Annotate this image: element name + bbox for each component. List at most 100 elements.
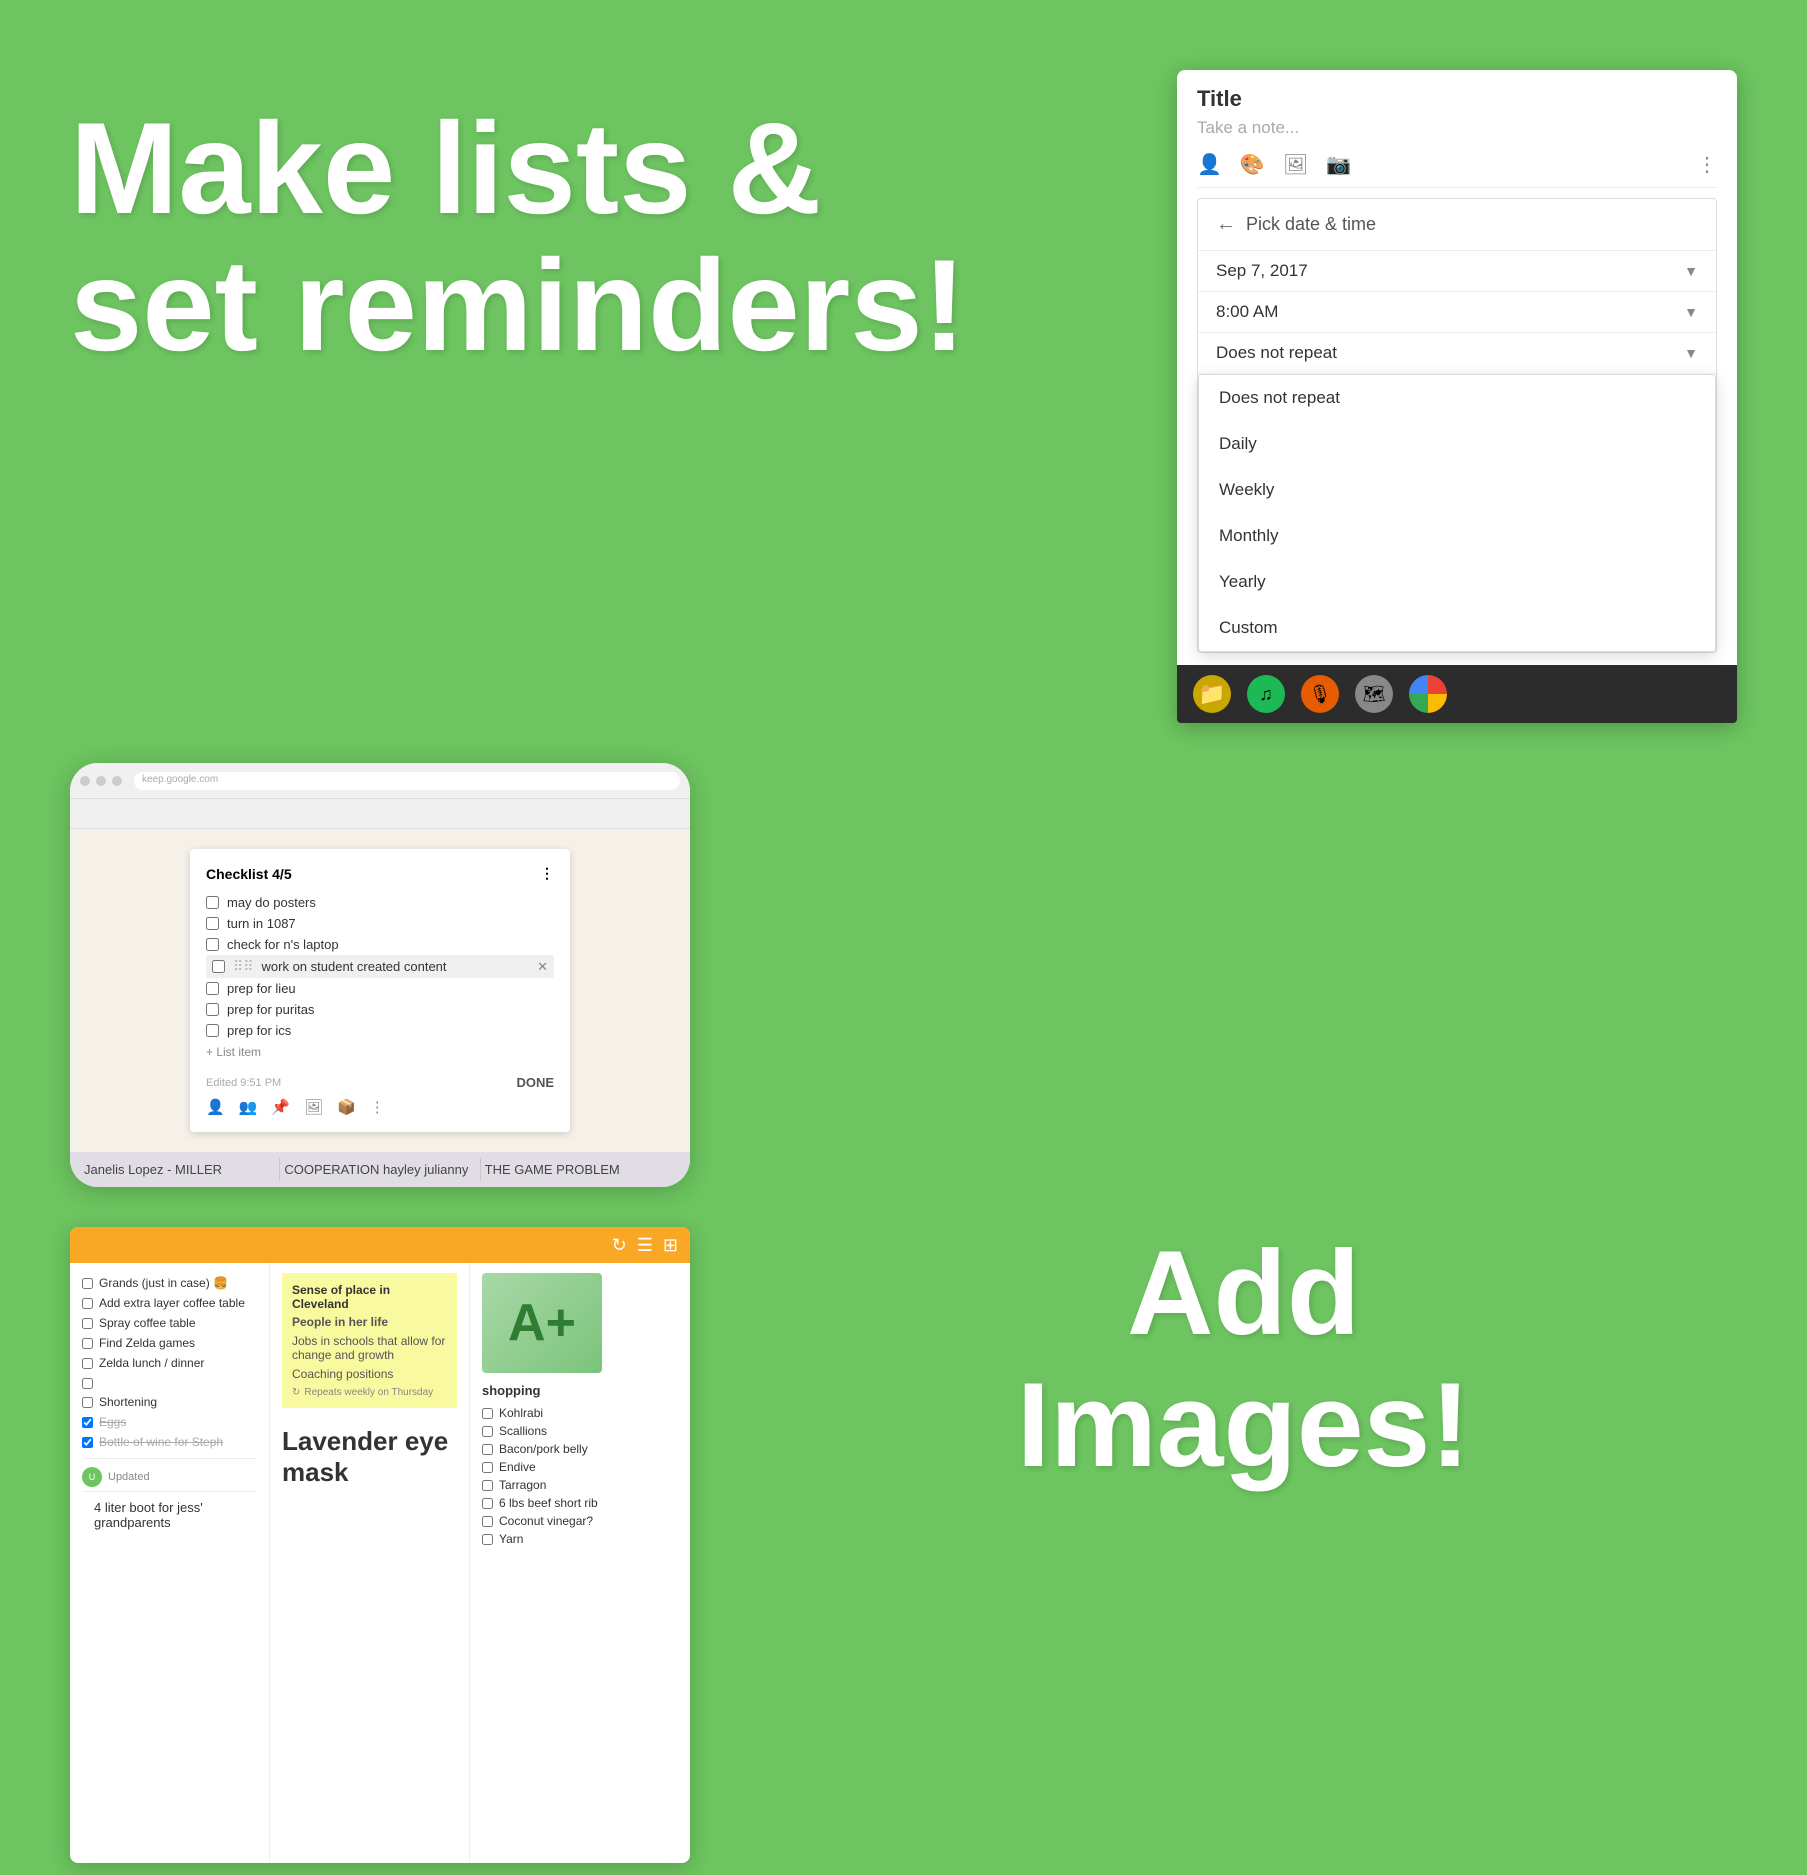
repeat-option-custom[interactable]: Custom	[1199, 605, 1715, 651]
shopping-item-label-kohlrabi: Kohlrabi	[499, 1406, 543, 1420]
repeat-badge-text: Repeats weekly on Thursday	[304, 1387, 433, 1398]
notes-checkbox-blank[interactable]	[82, 1378, 93, 1389]
checklist-more-icon[interactable]: ⋮	[540, 865, 554, 882]
date-row[interactable]: Sep 7, 2017 ▼	[1198, 251, 1716, 292]
time-dropdown-arrow-icon[interactable]: ▼	[1684, 304, 1698, 320]
bottom-note-text: 4 liter boot for jess' grandparents	[94, 1500, 203, 1530]
shopping-checkbox-beef[interactable]	[482, 1498, 493, 1509]
repeat-dropdown-arrow-icon[interactable]: ▼	[1684, 345, 1698, 361]
notes-checkbox-eggs[interactable]	[82, 1417, 93, 1428]
image-icon[interactable]: 🖼	[1283, 152, 1308, 177]
shopping-item-coconut: Coconut vinegar?	[482, 1512, 678, 1530]
shopping-checkbox-coconut[interactable]	[482, 1516, 493, 1527]
keep-card-inner: Title Take a note... 👤 🎨 🖼 📷 ⋮ ← Pick da…	[1177, 70, 1737, 665]
palette-icon[interactable]: 🎨	[1240, 152, 1265, 177]
browser-dot-1	[80, 776, 90, 786]
headline-line1: Make lists &	[70, 95, 821, 241]
taskbar-podcast-icon[interactable]: 🎙	[1301, 675, 1339, 713]
shopping-checkbox-tarragon[interactable]	[482, 1480, 493, 1491]
checklist-item-7: prep for ics	[206, 1020, 554, 1041]
shopping-checkbox-scallions[interactable]	[482, 1426, 493, 1437]
repeat-option-weekly[interactable]: Weekly	[1199, 467, 1715, 513]
archive-icon[interactable]: 📷	[1326, 152, 1351, 177]
add-images-line2: Images!	[1017, 1358, 1471, 1492]
notes-middle-line2: Jobs in schools that allow for change an…	[292, 1334, 447, 1362]
shopping-checkbox-yarn[interactable]	[482, 1534, 493, 1545]
keep-note-field[interactable]: Take a note...	[1197, 118, 1717, 138]
checklist-checkbox-3[interactable]	[206, 938, 219, 951]
shopping-checkbox-endive[interactable]	[482, 1462, 493, 1473]
checklist-checkbox-7[interactable]	[206, 1024, 219, 1037]
notes-checkbox-wine[interactable]	[82, 1437, 93, 1448]
notes-checkbox-zelda-games[interactable]	[82, 1338, 93, 1349]
repeat-option-does-not-repeat[interactable]: Does not repeat	[1199, 375, 1715, 421]
repeat-value: Does not repeat	[1216, 343, 1337, 363]
checklist-screenshot: keep.google.com Checklist 4/5 ⋮ may do p…	[70, 763, 690, 1187]
checklist-archive-icon[interactable]: 📦	[337, 1098, 356, 1116]
checklist-pin-icon[interactable]: 📌	[271, 1098, 290, 1116]
time-row[interactable]: 8:00 AM ▼	[1198, 292, 1716, 333]
notes-item-spray: Spray coffee table	[82, 1313, 257, 1333]
shopping-checkbox-kohlrabi[interactable]	[482, 1408, 493, 1419]
notes-item-zelda-games: Find Zelda games	[82, 1333, 257, 1353]
close-item-icon[interactable]: ✕	[537, 959, 548, 975]
more-icon[interactable]: ⋮	[1697, 152, 1717, 177]
notes-screenshot: ↻ ☰ ⊞ Grands (just in case) 🍔 Add extra …	[70, 1227, 690, 1863]
checklist-item-label-2: turn in 1087	[227, 916, 296, 931]
checklist-checkbox-5[interactable]	[206, 982, 219, 995]
class-table: Janelis Lopez - MILLER COOPERATION hayle…	[70, 1152, 690, 1187]
checklist-checkbox-2[interactable]	[206, 917, 219, 930]
checklist-checkbox-1[interactable]	[206, 896, 219, 909]
grade-image: A+	[482, 1273, 602, 1373]
taskbar-spotify-icon[interactable]: ♫	[1247, 675, 1285, 713]
shopping-item-scallions: Scallions	[482, 1422, 678, 1440]
notes-middle-panel: Sense of place in Cleveland People in he…	[270, 1263, 470, 1863]
notes-item-label-grands: Grands (just in case) 🍔	[99, 1276, 228, 1290]
notes-grid-icon[interactable]: ⊞	[663, 1235, 678, 1256]
checklist-person-icon[interactable]: 👤	[206, 1098, 225, 1116]
done-button[interactable]: DONE	[516, 1075, 554, 1090]
notes-left-panel: Grands (just in case) 🍔 Add extra layer …	[70, 1263, 270, 1863]
notes-checkbox-zelda-lunch[interactable]	[82, 1358, 93, 1369]
notes-checkbox-shortening[interactable]	[82, 1397, 93, 1408]
taskbar-chrome-icon[interactable]	[1409, 675, 1447, 713]
checklist-checkbox-4[interactable]	[212, 960, 225, 973]
checklist-image-icon[interactable]: 🖼	[304, 1098, 323, 1116]
taskbar-map-icon[interactable]: 🗺	[1355, 675, 1393, 713]
notes-refresh-icon[interactable]: ↻	[612, 1235, 627, 1256]
back-arrow-icon[interactable]: ←	[1216, 213, 1236, 236]
notes-checkbox-spray[interactable]	[82, 1318, 93, 1329]
repeat-option-yearly[interactable]: Yearly	[1199, 559, 1715, 605]
checklist-share-icon[interactable]: 👥	[239, 1098, 258, 1116]
notes-checkbox-coffee-table[interactable]	[82, 1298, 93, 1309]
checklist-item-5: prep for lieu	[206, 978, 554, 999]
notes-item-label-eggs: Eggs	[99, 1415, 126, 1429]
shopping-item-label-beef: 6 lbs beef short rib	[499, 1496, 598, 1510]
checklist-item-label-1: may do posters	[227, 895, 316, 910]
checklist-checkbox-6[interactable]	[206, 1003, 219, 1016]
browser-url[interactable]: keep.google.com	[134, 772, 680, 790]
notes-item-label-wine: Bottle of wine for Steph	[99, 1435, 223, 1449]
date-dropdown-arrow-icon[interactable]: ▼	[1684, 263, 1698, 279]
checklist-more-icon-2[interactable]: ⋮	[370, 1098, 385, 1116]
checklist-item-4: ⠿⠿ work on student created content ✕	[206, 955, 554, 978]
shopping-item-label-coconut: Coconut vinegar?	[499, 1514, 593, 1528]
taskbar-folder-icon[interactable]: 📁	[1193, 675, 1231, 713]
headline-text: Make lists & set reminders!	[70, 100, 1117, 373]
repeat-option-daily[interactable]: Daily	[1199, 421, 1715, 467]
keep-title-field[interactable]: Title	[1197, 86, 1717, 112]
person-add-icon[interactable]: 👤	[1197, 152, 1222, 177]
shopping-checkbox-bacon[interactable]	[482, 1444, 493, 1455]
repeat-row[interactable]: Does not repeat ▼	[1198, 333, 1716, 374]
notes-list-icon[interactable]: ☰	[637, 1235, 653, 1256]
add-list-item-button[interactable]: + List item	[206, 1041, 554, 1063]
notes-checkbox-grands[interactable]	[82, 1278, 93, 1289]
checklist-title: Checklist 4/5	[206, 866, 292, 882]
notes-item-label-shortening: Shortening	[99, 1395, 157, 1409]
pick-datetime-header-label: Pick date & time	[1246, 214, 1376, 235]
headline-line2: set reminders!	[70, 232, 966, 378]
checklist-item-6: prep for puritas	[206, 999, 554, 1020]
repeat-option-monthly[interactable]: Monthly	[1199, 513, 1715, 559]
repeat-dropdown: Does not repeat Daily Weekly Monthly Yea…	[1198, 374, 1716, 652]
lavender-text: Lavender eye mask	[282, 1416, 457, 1498]
